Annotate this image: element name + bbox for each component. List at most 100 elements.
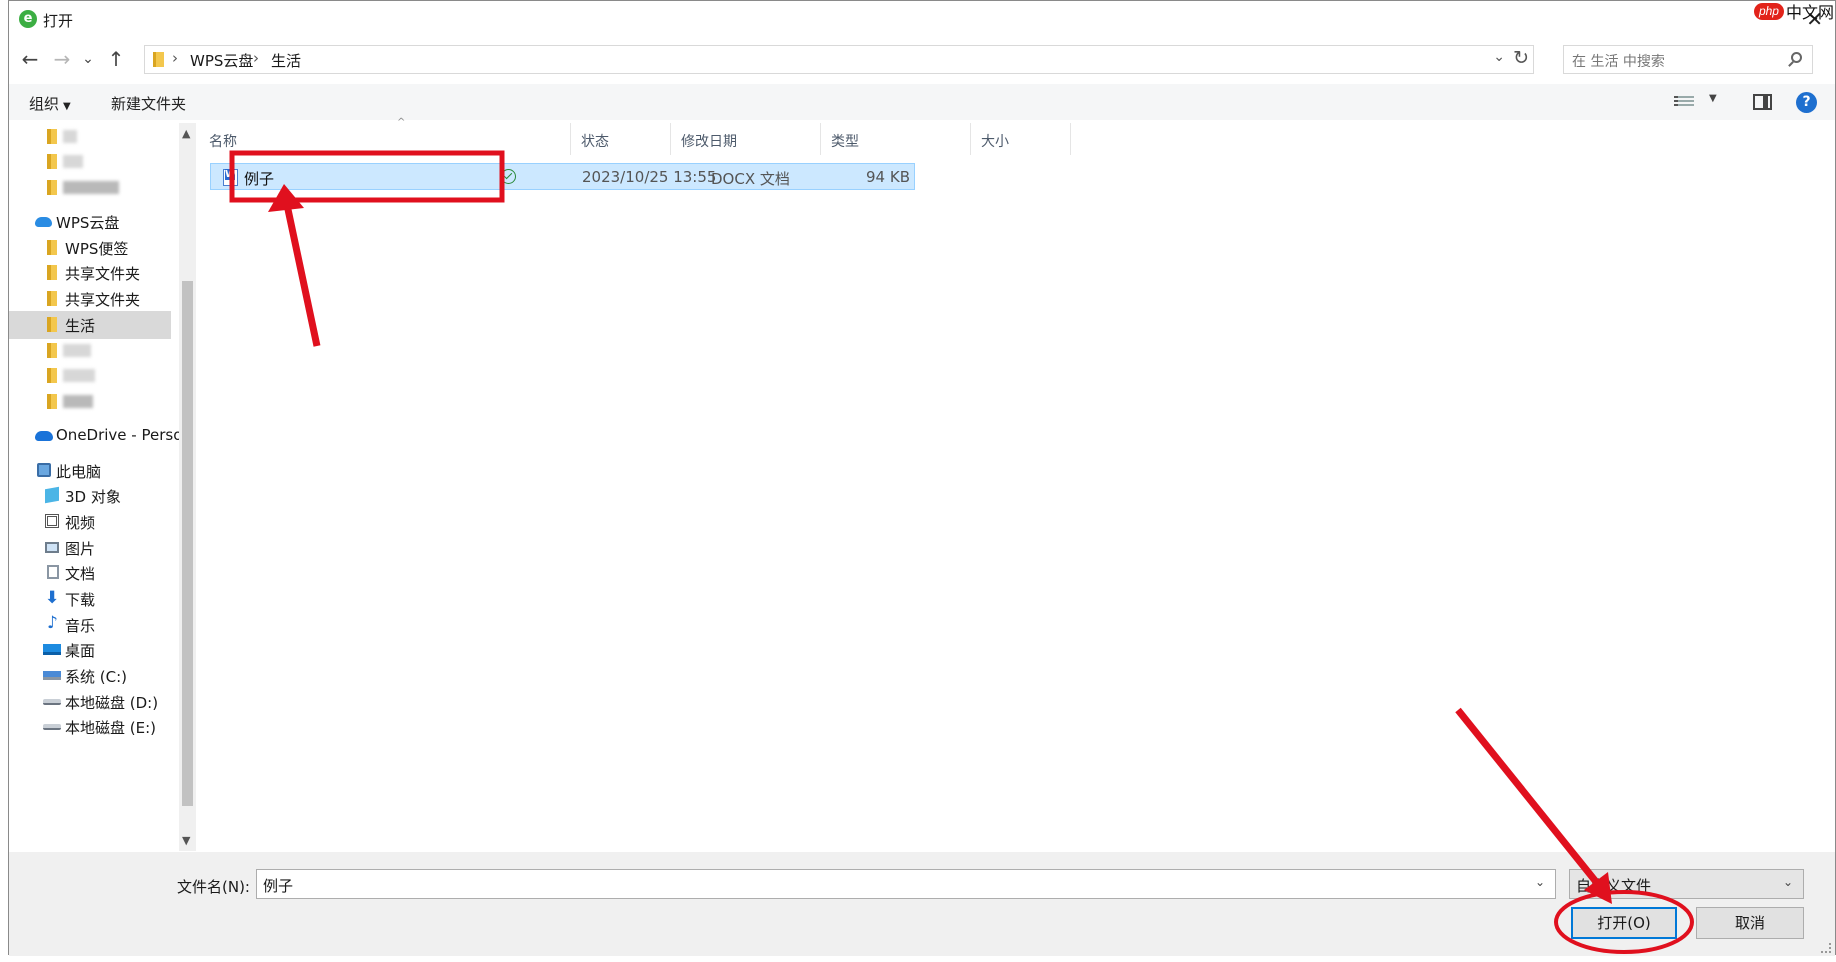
sidebar-item-label: 图片 [65, 540, 96, 558]
folder-icon [47, 394, 57, 409]
sidebar-item-3d-objects[interactable]: 3D 对象 [9, 482, 171, 510]
folder-icon [47, 154, 57, 169]
folder-icon [47, 129, 57, 144]
scroll-down-icon[interactable]: ▼ [182, 834, 190, 847]
new-folder-button[interactable]: 新建文件夹 [111, 93, 186, 114]
breadcrumb-separator: › [253, 49, 259, 67]
breadcrumb-wps-cloud[interactable]: WPS云盘 [190, 50, 253, 71]
chevron-down-icon[interactable]: ⌄ [1535, 875, 1545, 889]
scroll-up-icon[interactable]: ▲ [182, 127, 190, 140]
sidebar-item-blurred[interactable] [9, 362, 171, 390]
refresh-icon[interactable]: ↻ [1513, 47, 1529, 69]
navigation-pane: WPS云盘 WPS便签 共享文件夹 共享文件夹 生活 OneDrive - Pe… [9, 123, 179, 851]
recent-locations-button[interactable]: ⌄ [77, 51, 99, 67]
filename-input[interactable]: 例子 ⌄ [256, 869, 1556, 899]
breadcrumb-life[interactable]: 生活 [271, 50, 301, 71]
download-icon: ⬇ [45, 588, 60, 608]
back-button[interactable]: ← [19, 47, 41, 71]
sidebar-item-wps-notes[interactable]: WPS便签 [9, 234, 171, 262]
help-icon[interactable]: ? [1796, 92, 1817, 113]
column-header-modified[interactable]: 修改日期 [671, 123, 821, 155]
sidebar-item-blurred[interactable] [9, 388, 171, 416]
drive-icon [43, 724, 61, 730]
word-document-icon [223, 169, 238, 186]
watermark-brand: php [1753, 2, 1784, 20]
sidebar-item-downloads[interactable]: ⬇ 下载 [9, 585, 171, 613]
blurred-label [63, 369, 95, 382]
sidebar-item-life[interactable]: 生活 [9, 311, 171, 339]
sidebar-item-music[interactable]: ♪ 音乐 [9, 611, 171, 639]
caret-down-icon[interactable]: ▼ [1709, 93, 1717, 104]
sidebar-item-label: 下载 [65, 591, 96, 609]
column-header-type[interactable]: 类型 [821, 123, 971, 155]
sidebar-item-shared-folder[interactable]: 共享文件夹 [9, 285, 171, 313]
computer-icon [37, 463, 51, 477]
sidebar-item-blurred[interactable] [9, 174, 171, 202]
sidebar-item-label: WPS云盘 [56, 214, 120, 232]
pictures-icon [45, 542, 59, 553]
sidebar-item-drive-c[interactable]: 系统 (C:) [9, 662, 171, 690]
sidebar-item-label: 共享文件夹 [65, 291, 141, 309]
search-box[interactable]: 在 生活 中搜索 [1563, 45, 1813, 74]
address-bar[interactable]: › WPS云盘 › 生活 ⌄ ↻ [144, 45, 1534, 74]
sidebar-item-desktop[interactable]: 桌面 [9, 636, 171, 664]
folder-icon [47, 343, 57, 358]
file-type-select[interactable]: 自定义文件 ⌄ [1569, 869, 1804, 899]
sidebar-item-this-pc[interactable]: 此电脑 [9, 457, 171, 485]
file-modified: 2023/10/25 13:55 [582, 168, 717, 186]
column-header-status[interactable]: 状态 [571, 123, 671, 155]
watermark-text: 中文网 [1785, 3, 1834, 22]
synced-check-icon [501, 169, 516, 184]
sidebar-item-label: 桌面 [65, 642, 96, 660]
documents-icon [47, 565, 59, 579]
title-bar: e 打开 ✕ [9, 1, 1835, 41]
column-header-name[interactable]: 名称 [199, 123, 571, 155]
command-toolbar: 组织 ▼ 新建文件夹 ▼ ? [9, 84, 1835, 120]
sidebar-item-videos[interactable]: 视频 [9, 508, 171, 536]
organize-label: 组织 [29, 95, 60, 113]
forward-button[interactable]: → [51, 47, 73, 71]
sidebar-item-blurred[interactable] [9, 123, 171, 151]
filename-label: 文件名(N): [177, 878, 250, 896]
view-options-icon[interactable] [1674, 94, 1694, 111]
navigation-scrollbar[interactable]: ▲ ▼ [179, 123, 196, 851]
chevron-down-icon: ⌄ [1782, 875, 1793, 889]
sidebar-item-blurred[interactable] [9, 337, 171, 365]
resize-grip[interactable] [1821, 943, 1831, 953]
folder-icon [153, 52, 164, 67]
cancel-button[interactable]: 取消 [1696, 907, 1804, 939]
scrollbar-thumb[interactable] [182, 281, 193, 806]
sidebar-item-label: WPS便签 [65, 240, 129, 258]
sidebar-item-label: OneDrive - Personal [56, 426, 179, 444]
drive-icon [43, 699, 61, 705]
sidebar-item-documents[interactable]: 文档 [9, 559, 171, 587]
sidebar-item-blurred[interactable] [9, 148, 171, 176]
chevron-down-icon[interactable]: ⌄ [1493, 49, 1505, 65]
sidebar-item-onedrive[interactable]: OneDrive - Personal [9, 422, 179, 450]
file-open-dialog: e 打开 ✕ ← → ⌄ ↑ › WPS云盘 › 生活 ⌄ ↻ 在 生活 中搜索… [8, 0, 1836, 956]
file-row[interactable]: 例子 2023/10/25 13:55 DOCX 文档 94 KB [210, 163, 915, 190]
search-input[interactable]: 在 生活 中搜索 [1572, 51, 1665, 71]
blurred-label [63, 395, 93, 408]
sidebar-item-drive-e[interactable]: 本地磁盘 (E:) [9, 713, 171, 741]
column-header-size[interactable]: 大小 [971, 123, 1071, 155]
sidebar-item-label: 共享文件夹 [65, 265, 141, 283]
sidebar-item-pictures[interactable]: 图片 [9, 534, 171, 562]
sidebar-item-label: 系统 (C:) [65, 668, 127, 686]
window-title: 打开 [43, 12, 74, 30]
blurred-label [63, 181, 119, 194]
open-button[interactable]: 打开(O) [1571, 907, 1677, 939]
sidebar-item-label: 此电脑 [56, 463, 102, 481]
system-drive-icon [43, 671, 61, 680]
search-icon[interactable] [1791, 52, 1802, 63]
blurred-label [63, 130, 77, 143]
shared-folder-icon [47, 291, 57, 306]
preview-pane-icon[interactable] [1753, 94, 1772, 110]
sidebar-item-shared-folder[interactable]: 共享文件夹 [9, 259, 171, 287]
sidebar-item-label: 视频 [65, 514, 96, 532]
sidebar-item-wps-cloud[interactable]: WPS云盘 [9, 208, 171, 236]
sidebar-item-drive-d[interactable]: 本地磁盘 (D:) [9, 688, 171, 716]
organize-button[interactable]: 组织 ▼ [29, 93, 71, 114]
up-button[interactable]: ↑ [105, 47, 127, 71]
sidebar-item-label: 3D 对象 [65, 488, 121, 506]
